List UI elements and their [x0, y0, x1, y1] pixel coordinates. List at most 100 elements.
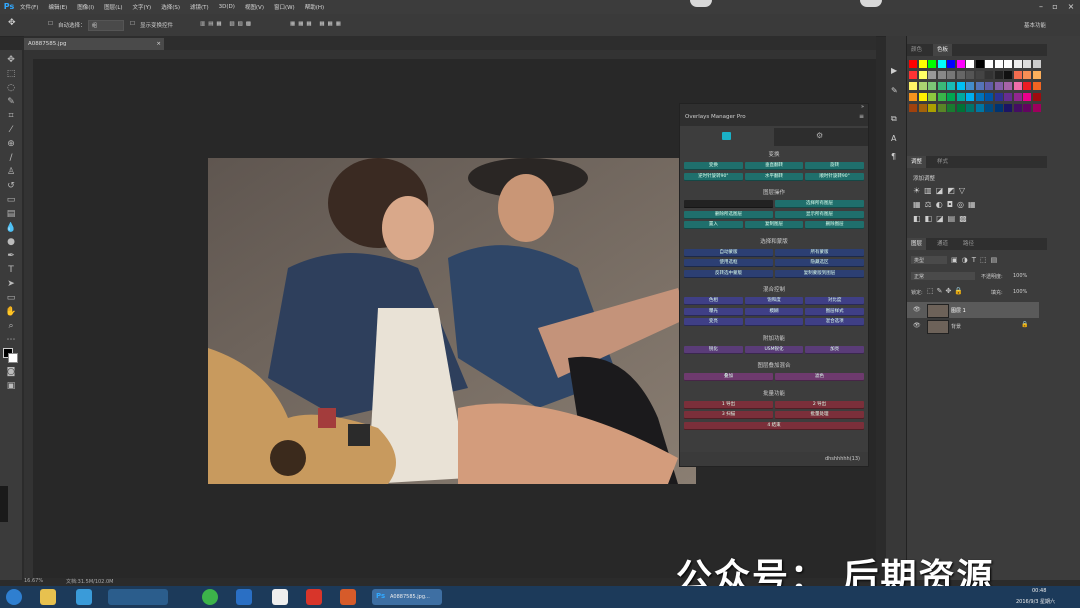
tab-overlays[interactable]	[680, 128, 774, 146]
panel-collapse-icon[interactable]: »	[861, 104, 864, 110]
screen-mode-icon[interactable]: ▣	[4, 380, 18, 392]
opacity-value[interactable]: 100%	[1013, 273, 1027, 279]
color-swatch[interactable]	[928, 104, 936, 112]
crop-tool-icon[interactable]: ⌗	[4, 110, 18, 122]
overlay-action-button[interactable]: 批量处理	[775, 411, 864, 419]
shape-tool-icon[interactable]: ▭	[4, 292, 18, 304]
color-swatch[interactable]	[1023, 82, 1031, 90]
overlay-action-button[interactable]: 旋转	[805, 162, 864, 170]
color-swatch[interactable]	[966, 104, 974, 112]
color-swatch[interactable]	[1013, 71, 1022, 79]
color-swatch[interactable]	[956, 71, 965, 79]
color-swatch[interactable]	[928, 82, 936, 90]
document-icon[interactable]	[272, 589, 288, 605]
color-swatch[interactable]	[928, 71, 936, 79]
color-swatch[interactable]	[947, 82, 955, 90]
overlay-action-button[interactable]	[684, 200, 773, 208]
vs-icon[interactable]	[236, 589, 252, 605]
history-panel-icon[interactable]: ▶	[891, 66, 897, 75]
color-swatch[interactable]	[918, 71, 927, 79]
clock-date[interactable]: 2016/9/3 星期六	[1016, 598, 1055, 605]
color-swatch[interactable]	[1004, 104, 1012, 112]
auto-select-checkbox[interactable]: ☐	[48, 21, 53, 27]
move-tool-icon[interactable]: ✥	[8, 18, 16, 28]
overlay-action-button[interactable]: 复制蒙版到图层	[775, 269, 864, 278]
lock-icons[interactable]: ⬚✎✥🔒	[927, 287, 966, 295]
color-swatch[interactable]	[918, 60, 927, 68]
adjustment-icons-row3[interactable]: ◧◧◪▤▩	[913, 214, 971, 223]
photoshop-task-button[interactable]: Ps A0887585.jpg...	[372, 589, 442, 605]
color-swatch[interactable]	[956, 104, 965, 112]
overlay-action-button[interactable]: 图层样式	[805, 307, 864, 316]
color-swatch[interactable]	[937, 82, 946, 90]
align-icons[interactable]: ▥▤▦ ▧▨▩	[200, 21, 254, 27]
color-swatch[interactable]	[956, 93, 965, 101]
color-swatch[interactable]	[1023, 104, 1031, 112]
layer-name[interactable]: 背景	[951, 323, 961, 330]
security-app-icon[interactable]	[306, 589, 322, 605]
distribute-icons[interactable]: ▦▦▦ ▦▦▦	[290, 21, 344, 27]
info-panel-icon[interactable]: ⧉	[891, 114, 897, 124]
blur-tool-icon[interactable]: 💧	[4, 222, 18, 234]
stamp-tool-icon[interactable]: ♙	[4, 166, 18, 178]
color-swatch[interactable]	[994, 104, 1003, 112]
menu-file[interactable]: 文件(F)	[20, 3, 38, 11]
tab-styles[interactable]: 样式	[933, 156, 952, 168]
color-swatch[interactable]	[975, 93, 984, 101]
eraser-tool-icon[interactable]: ▭	[4, 194, 18, 206]
color-swatch[interactable]	[1013, 60, 1022, 68]
overlay-action-button[interactable]: 使用选框	[684, 259, 773, 267]
tab-color[interactable]: 颜色	[907, 44, 926, 56]
minimize-icon[interactable]: –	[1036, 2, 1046, 11]
show-transform-checkbox[interactable]: ☐	[130, 21, 135, 27]
app-icon[interactable]	[202, 589, 218, 605]
pen-tool-icon[interactable]: ✒	[4, 250, 18, 262]
overlay-action-button[interactable]: 变换	[684, 162, 743, 170]
quick-select-tool-icon[interactable]: ✎	[4, 96, 18, 108]
dodge-tool-icon[interactable]: ●	[4, 236, 18, 248]
marquee-tool-icon[interactable]: ⬚	[4, 68, 18, 80]
menu-select[interactable]: 选择(S)	[161, 3, 180, 11]
color-swatch[interactable]	[947, 104, 955, 112]
overlay-action-button[interactable]: 4 结束	[684, 421, 864, 430]
path-select-icon[interactable]: ➤	[4, 278, 18, 290]
color-swatch[interactable]	[985, 104, 993, 112]
overlay-action-button[interactable]: 隐藏选区	[775, 259, 864, 267]
layer-row[interactable]: 👁 图层 1	[907, 302, 1039, 318]
clock-time[interactable]: 00:48	[1032, 588, 1046, 594]
tab-channels[interactable]: 通道	[933, 238, 952, 250]
overlay-action-button[interactable]	[744, 318, 804, 326]
browser-icon[interactable]	[76, 589, 92, 605]
color-swatch[interactable]	[1004, 71, 1012, 79]
workspace-switcher[interactable]: 基本功能	[1020, 20, 1070, 29]
background-color-swatch[interactable]	[8, 353, 18, 363]
menu-type[interactable]: 文字(Y)	[133, 3, 152, 11]
color-swatch[interactable]	[909, 104, 917, 112]
overlay-action-button[interactable]: 所有蒙版	[775, 248, 864, 257]
visibility-eye-icon[interactable]: 👁	[913, 322, 921, 329]
overlay-action-button[interactable]: 1 导出	[684, 400, 773, 409]
color-swatch[interactable]	[1013, 82, 1022, 90]
color-swatch[interactable]	[994, 93, 1003, 101]
panel-menu-icon[interactable]: ≡	[859, 113, 864, 120]
music-app-button[interactable]	[108, 589, 168, 605]
menu-filter[interactable]: 滤镜(T)	[190, 3, 209, 11]
overlay-action-button[interactable]: USM锐化	[744, 345, 804, 354]
layer-row[interactable]: 👁 背景 🔒	[907, 318, 1039, 334]
color-swatch[interactable]	[947, 60, 955, 68]
tab-settings[interactable]: ⚙	[774, 128, 868, 146]
tab-adjustments[interactable]: 调整	[907, 156, 927, 168]
overlay-action-button[interactable]: 垂直翻转	[744, 162, 804, 170]
color-swatch[interactable]	[994, 60, 1003, 68]
color-swatch[interactable]	[1032, 82, 1041, 90]
color-swatch[interactable]	[1004, 60, 1012, 68]
color-swatch[interactable]	[1032, 104, 1041, 112]
color-swatch[interactable]	[985, 60, 993, 68]
menu-window[interactable]: 窗口(W)	[274, 3, 295, 11]
color-swatch[interactable]	[1023, 93, 1031, 101]
menu-3d[interactable]: 3D(D)	[219, 4, 235, 10]
overlay-action-button[interactable]: 色相	[684, 297, 743, 305]
zoom-level[interactable]: 16.67%	[24, 578, 43, 584]
menu-edit[interactable]: 编辑(E)	[48, 3, 67, 11]
color-swatch[interactable]	[966, 60, 974, 68]
